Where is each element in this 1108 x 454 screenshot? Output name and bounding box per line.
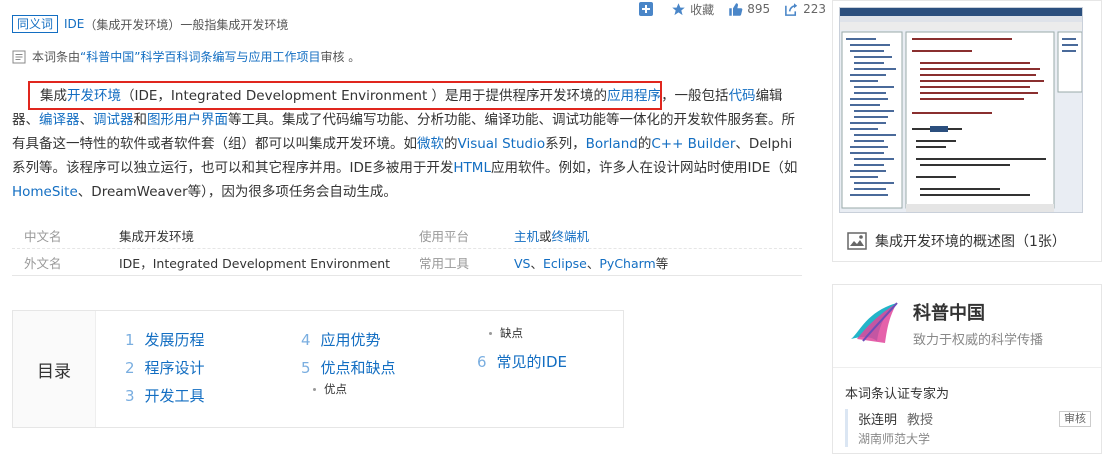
toolbar: 收藏 895 223: [625, 0, 826, 18]
kepu-card: 科普中国 致力于权威的科学传播 本词条认证专家为 张连明 教授 湖南师范大学 审核: [832, 284, 1102, 454]
summary-text: 系列，: [545, 136, 586, 152]
info-link[interactable]: PyCharm: [599, 256, 655, 271]
info-text: 或: [539, 228, 552, 244]
catalog: 目录 1 发展历程 2 程序设计 3 开发工具 4 应用优势 5 优点和缺点 优点 缺点 …: [12, 310, 624, 428]
certify-suffix: 审核 。: [320, 50, 361, 64]
like-button[interactable]: 895: [728, 2, 770, 17]
summary-text: 和: [133, 112, 148, 128]
summary-paragraph: 集成开发环境（IDE，Integrated Development Enviro…: [12, 84, 802, 204]
info-link[interactable]: 主机: [514, 229, 539, 244]
synonym-row: 同义词 IDE （集成开发环境）一般指集成开发环境: [12, 14, 288, 34]
favorite-button[interactable]: 收藏: [671, 1, 714, 18]
info-key: 常用工具: [419, 255, 470, 271]
kepu-logo-icon: [851, 302, 898, 343]
kepu-brand: 科普中国: [913, 303, 985, 324]
ide-screenshot-illustration: [840, 8, 1082, 212]
album-caption[interactable]: 集成开发环境的概述图（1张）: [847, 231, 1066, 251]
info-text: 、: [530, 255, 544, 271]
certify-prefix: 本词条由: [32, 50, 81, 64]
summary-link[interactable]: Borland: [586, 136, 638, 152]
info-text: 等: [655, 255, 669, 271]
summary-text: 、DreamWeaver等），因为很多项任务会自动生成。: [77, 184, 397, 200]
info-link[interactable]: 终端机: [552, 229, 590, 244]
summary-text: 、: [79, 112, 94, 128]
add-button[interactable]: [639, 2, 657, 16]
summary-link[interactable]: C++ Builder: [651, 136, 735, 152]
bullet-icon: [489, 332, 492, 335]
share-count: 223: [803, 2, 826, 16]
info-link[interactable]: VS: [514, 256, 531, 271]
summary-text: 的: [444, 136, 458, 152]
summary-link[interactable]: 开发环境: [67, 88, 121, 104]
synonym-tag[interactable]: 同义词: [12, 15, 59, 33]
expert-entry[interactable]: 张连明 教授 湖南师范大学 审核: [845, 409, 1095, 447]
synonym-link[interactable]: IDE: [64, 17, 84, 31]
info-key: 外文名: [24, 255, 62, 271]
review-badge: 审核: [1059, 411, 1091, 427]
share-button[interactable]: 223: [784, 2, 826, 17]
certify-org-link[interactable]: “科普中国”科学百科词条编写与应用工作项目: [80, 48, 320, 65]
summary-text: 集成: [40, 88, 67, 104]
catalog-item[interactable]: 3 开发工具: [125, 385, 205, 406]
expert-title: 教授: [907, 413, 934, 428]
catalog-item[interactable]: 5 优点和缺点: [301, 357, 396, 378]
expert-name[interactable]: 张连明: [858, 413, 897, 428]
star-icon: [672, 2, 685, 15]
summary-text: 应用软件。例如，许多人在设计网站时使用IDE（如: [490, 160, 798, 176]
synonym-text: （集成开发环境）一般指集成开发环境: [84, 17, 289, 32]
summary-link[interactable]: 调试器: [93, 112, 134, 128]
favorite-label: 收藏: [690, 2, 715, 17]
like-count: 895: [747, 2, 771, 16]
catalog-subitem[interactable]: 缺点: [489, 325, 523, 341]
summary-link[interactable]: HTML: [453, 160, 491, 176]
info-value: IDE，Integrated Development Environment: [119, 255, 391, 271]
kepu-slogan: 致力于权威的科学传播: [913, 333, 1044, 348]
basic-info-table: 中文名 集成开发环境 使用平台 主机或终端机 外文名 IDE，Integrate…: [12, 222, 802, 276]
info-value: 集成开发环境: [119, 228, 195, 244]
info-key: 中文名: [24, 228, 62, 244]
catalog-subitem[interactable]: 优点: [313, 381, 347, 397]
info-row: 外文名 IDE，Integrated Development Environme…: [12, 249, 802, 276]
info-value-links: VS、Eclipse、PyCharm等: [514, 253, 668, 272]
catalog-item[interactable]: 1 发展历程: [125, 329, 205, 350]
info-link[interactable]: Eclipse: [543, 256, 587, 271]
summary-link[interactable]: Visual Studio: [458, 136, 546, 152]
album-card[interactable]: 集成开发环境的概述图（1张）: [832, 0, 1102, 262]
bullet-icon: [313, 388, 316, 391]
info-key: 使用平台: [419, 228, 470, 244]
catalog-item[interactable]: 2 程序设计: [125, 357, 205, 378]
summary-text: ，一般包括: [661, 88, 729, 104]
document-icon: [12, 50, 26, 63]
info-text: 、: [586, 255, 600, 271]
catalog-item[interactable]: 4 应用优势: [301, 329, 381, 350]
share-icon: [785, 2, 798, 16]
certify-line: 本词条由 “科普中国”科学百科词条编写与应用工作项目 审核 。: [12, 48, 360, 65]
plus-icon: [639, 2, 654, 16]
catalog-item[interactable]: 6 常见的IDE: [477, 351, 567, 372]
summary-link[interactable]: 图形用户界面: [147, 112, 228, 128]
summary-text: （IDE，Integrated Development Environment …: [121, 88, 608, 104]
picture-icon: [847, 232, 867, 250]
summary-link[interactable]: 应用程序: [607, 88, 661, 104]
thumbs-up-icon: [729, 2, 743, 16]
summary-link[interactable]: 微软: [417, 136, 444, 152]
ide-screenshot-image[interactable]: [839, 7, 1083, 213]
info-row: 中文名 集成开发环境 使用平台 主机或终端机: [12, 222, 802, 249]
info-value-links: 主机或终端机: [514, 226, 589, 245]
summary-link[interactable]: 代码: [729, 88, 756, 104]
divider: [833, 367, 1101, 368]
expert-section-title: 本词条认证专家为: [845, 387, 950, 402]
summary-link[interactable]: 编译器: [39, 112, 80, 128]
expert-org: 湖南师范大学: [858, 432, 931, 446]
summary-text: 的: [637, 136, 652, 152]
catalog-title: 目录: [13, 311, 96, 427]
summary-link[interactable]: HomeSite: [12, 184, 78, 200]
